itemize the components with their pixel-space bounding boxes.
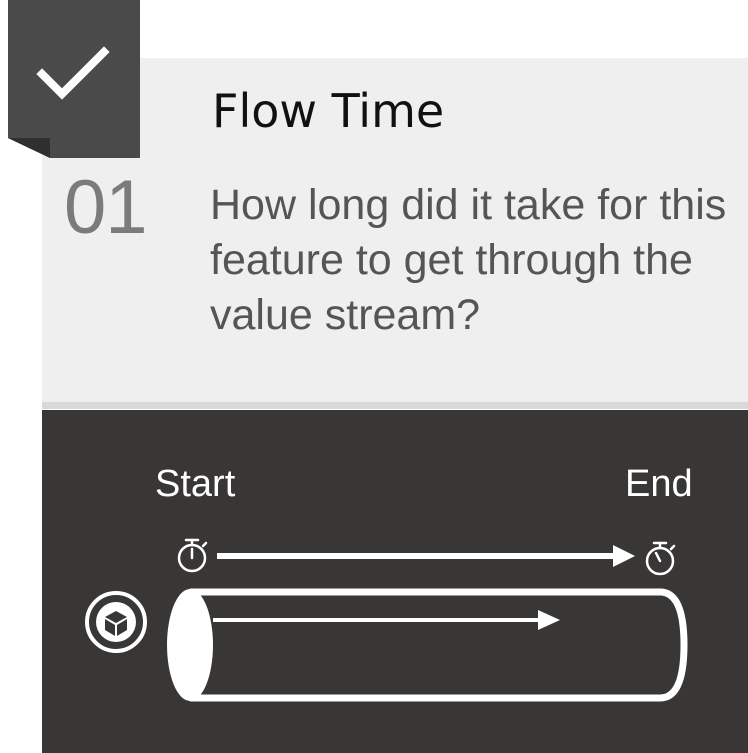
- cube-icon: [85, 591, 147, 653]
- feature-progress-arrow: [213, 610, 560, 630]
- stopwatch-icon: [177, 538, 208, 573]
- value-stream-pipe: [167, 588, 688, 702]
- flow-diagram: [85, 538, 688, 702]
- stopwatch-icon: [645, 541, 676, 576]
- flow-time-arrow: [217, 545, 635, 567]
